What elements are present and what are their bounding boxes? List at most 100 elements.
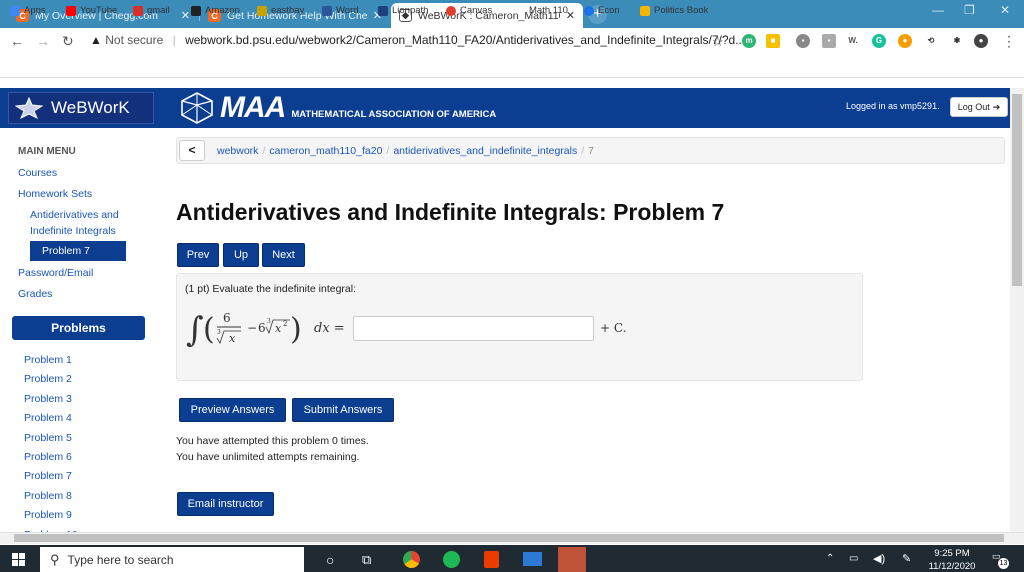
prev-button[interactable]: Prev [177,243,219,267]
problem-link-5[interactable]: Problem 5 [24,432,78,451]
forward-arrow-icon[interactable]: → [36,33,50,49]
next-button[interactable]: Next [262,243,305,267]
reload-icon[interactable]: ↻ [62,33,74,50]
sidebar-item-set-line2[interactable]: Indefinite Integrals [30,225,116,237]
integral-expression: ∫ ( 6 3 x − 6 3 x 2 ) dx = [186,310,345,350]
extension-honey-icon[interactable]: ■ [766,34,780,48]
apps-grid-icon [10,5,20,16]
problem-link-1[interactable]: Problem 1 [24,354,78,373]
webwork-logo[interactable]: WeBWorK [8,92,154,124]
sidebar-item-grades[interactable]: Grades [18,288,52,300]
task-view-icon[interactable]: ⧉ [362,552,371,568]
mail-icon[interactable] [523,552,542,566]
cortana-icon[interactable]: ○ [326,552,334,568]
denominator-variable: x [229,332,236,345]
problem-link-7[interactable]: Problem 7 [24,470,78,489]
bookmark-word[interactable]: Word [322,5,359,16]
back-arrow-icon[interactable]: ← [10,33,24,49]
bookmark-youtube[interactable]: YouTube [66,5,117,16]
logout-button[interactable]: Log Out ➔ [950,97,1008,117]
bookmark-eastbay[interactable]: eastbay [257,5,304,16]
address-bar[interactable]: ▲ Not secure | webwork.bd.psu.edu/webwor… [90,33,745,47]
bookmarks-bar [0,56,1024,78]
star-icon[interactable]: ☆ [712,34,724,50]
fraction-numerator: 6 [223,311,231,325]
extension-icon[interactable]: ⟲ [924,34,938,48]
warning-icon: ▲ [90,33,102,47]
sidebar-item-set-line1[interactable]: Antiderivatives and [30,209,119,221]
problem-link-4[interactable]: Problem 4 [24,412,78,431]
sidebar-item-homework-sets[interactable]: Homework Sets [18,188,92,200]
battery-icon[interactable]: ▭ [849,553,858,564]
bookmark-gmail[interactable]: gmail [133,5,170,16]
sidebar-item-problem-7[interactable]: Problem 7 [30,241,126,261]
sidebar-item-password[interactable]: Password/Email [18,267,93,279]
extension-icon[interactable]: ▪ [822,34,836,48]
breadcrumb-back-button[interactable]: < [179,140,205,161]
eastbay-icon [257,5,267,16]
grammarly-icon[interactable]: G [872,34,886,48]
restore-icon[interactable]: ❐ [964,3,975,17]
horizontal-scroll-thumb[interactable] [14,534,1004,542]
bookmark-politics-book[interactable]: Politics Book [640,5,708,16]
vertical-scroll-thumb[interactable] [1012,94,1022,286]
email-instructor-button[interactable]: Email instructor [177,492,274,516]
minimize-icon[interactable]: — [932,3,944,17]
extension-m-icon[interactable]: m [742,34,756,48]
chrome-icon[interactable] [403,551,420,568]
attempts-count: You have attempted this problem 0 times. [176,435,369,447]
bookmark-econ[interactable]: Econ [584,5,620,16]
app-taskbar-icon[interactable] [558,547,586,572]
window-close-icon[interactable]: ✕ [1000,3,1010,17]
coefficient: 6 [258,321,266,335]
close-icon[interactable]: ✕ [181,9,190,22]
problem-link-6[interactable]: Problem 6 [24,451,78,470]
pen-icon[interactable]: ✎ [902,552,911,565]
up-button[interactable]: Up [223,243,259,267]
breadcrumb-link[interactable]: webwork [217,145,258,157]
office-icon[interactable] [484,551,499,568]
bookmark-math110[interactable]: Math 110 [529,5,568,16]
preview-answers-button[interactable]: Preview Answers [179,398,286,422]
windows-start-icon[interactable] [12,553,25,566]
kebab-menu-icon[interactable]: ⋮ [1002,33,1016,50]
problem-link-9[interactable]: Problem 9 [24,509,78,528]
breadcrumb-link[interactable]: cameron_math110_fa20 [269,145,382,157]
problem-link-8[interactable]: Problem 8 [24,490,78,509]
problem-link-2[interactable]: Problem 2 [24,373,78,392]
breadcrumb-link[interactable]: antiderivatives_and_indefinite_integrals [393,145,577,157]
bookmark-lionpath[interactable]: Lionpath [378,5,428,16]
taskbar-clock[interactable]: 9:25 PM 11/12/2020 [922,547,982,572]
maa-logo[interactable]: MAA MATHEMATICAL ASSOCIATION OF AMERICA [180,90,496,126]
puzzle-icon[interactable]: ✱ [950,34,964,48]
problem-link-3[interactable]: Problem 3 [24,393,78,412]
problem-list: Problem 1 Problem 2 Problem 3 Problem 4 … [24,354,78,537]
volume-icon[interactable]: ◀) [873,552,885,565]
breadcrumb-separator: / [581,145,585,157]
extension-icon[interactable]: ● [898,34,912,48]
notification-count: 13 [998,558,1009,569]
chevron-left-icon: < [188,143,196,157]
bookmark-apps[interactable]: Apps [10,5,46,16]
econ-icon [584,5,594,16]
avatar[interactable]: ● [974,34,988,48]
word-icon [322,5,332,16]
extension-w-icon[interactable]: W. [846,34,860,48]
sidebar-item-courses[interactable]: Courses [18,167,57,179]
extension-icon[interactable]: ▪ [796,34,810,48]
constant-of-integration: + C. [600,321,627,335]
book-icon [640,5,650,16]
notification-center-icon[interactable]: ▭ 13 [992,551,1010,569]
spotify-icon[interactable] [443,551,460,568]
bookmark-canvas[interactable]: Canvas [446,5,492,16]
chevron-up-icon[interactable]: ⌃ [826,553,834,564]
webwork-star-icon [15,97,43,119]
brand-name: WeBWorK [51,98,130,117]
clock-time: 9:25 PM [934,548,970,559]
differential: dx = [314,321,345,336]
clock-date: 11/12/2020 [928,561,976,572]
bookmark-amazon[interactable]: Amazon [191,5,240,16]
answer-input[interactable] [353,316,594,341]
taskbar-search[interactable]: ⚲ Type here to search [40,547,304,572]
submit-answers-button[interactable]: Submit Answers [292,398,394,422]
